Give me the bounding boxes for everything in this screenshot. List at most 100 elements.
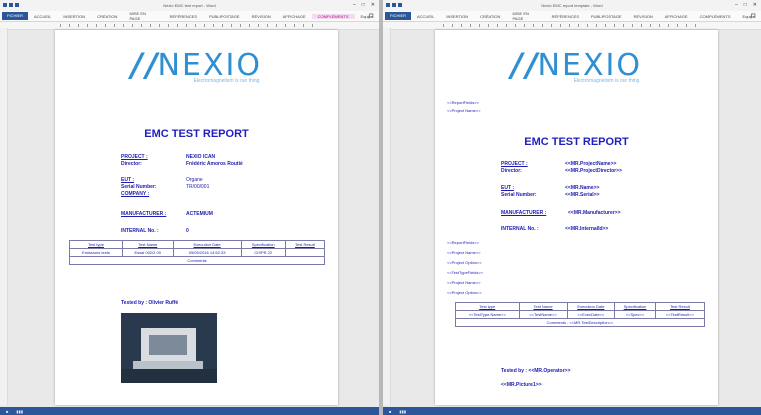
tab-mailings[interactable]: PUBLIPOSTAGE [203, 14, 246, 19]
close-icon[interactable]: ✕ [753, 2, 757, 8]
nexio-logo: / / NEXIO Electromagnetism is our thing [131, 46, 262, 84]
eut-value: Organe [186, 177, 203, 183]
table-cell: <<Spec>> [614, 310, 656, 319]
merge-field: <<Project Name>> [447, 280, 481, 285]
ribbon-options-icon[interactable]: ⊓ [751, 12, 756, 20]
project-label: PROJECT : [121, 154, 148, 160]
table-cell: <<TestResult>> [654, 310, 706, 319]
ribbon-options-icon[interactable]: ⊓ [369, 12, 374, 20]
tab-references[interactable]: RÉFÉRENCES [546, 14, 585, 19]
maximize-icon[interactable]: □ [362, 2, 365, 8]
merge-field: <<ReportFields>> [447, 100, 480, 105]
table-header-row: Test type Test Name Execution Date Speci… [69, 240, 326, 249]
tab-review[interactable]: RÉVISION [246, 14, 277, 19]
title-bar: Nexio EMC report template - Word – □ ✕ [383, 0, 761, 11]
tested-by: Tested by : <<MR.Operator>> [501, 368, 571, 374]
tab-insert[interactable]: INSERTION [440, 14, 474, 19]
tab-addins[interactable]: COMPLÉMENTS [311, 13, 355, 19]
comments-cell: Comments [69, 256, 325, 265]
table-header: Specification [240, 240, 286, 249]
tab-layout[interactable]: MISE EN PAGE [506, 11, 545, 21]
tab-mailings[interactable]: PUBLIPOSTAGE [585, 14, 628, 19]
table-header: Test type [69, 240, 123, 249]
report-title: EMC TEST REPORT [144, 128, 249, 140]
tab-view[interactable]: AFFICHAGE [659, 14, 694, 19]
tab-addins[interactable]: COMPLÉMENTS [694, 14, 737, 19]
tab-design[interactable]: CRÉATION [474, 14, 506, 19]
director-value: <<MR.ProjectDirector>> [565, 168, 622, 174]
table-header: Test Name [121, 240, 174, 249]
table-cell [284, 248, 326, 257]
minimize-icon[interactable]: – [353, 2, 356, 8]
tested-by: Tested by : Olivier Ruffé [121, 300, 179, 306]
tab-home[interactable]: ACCUEIL [411, 14, 440, 19]
table-cell: CISPR 22 [240, 248, 286, 257]
company-label: COMPANY : [121, 191, 150, 197]
project-label: PROJECT : [501, 161, 528, 167]
table-cell: <<TestName>> [518, 310, 568, 319]
window-title: Nexio EMC test report - Word [163, 3, 216, 8]
table-header: Test Result [654, 302, 706, 311]
tab-file[interactable]: FICHIER [385, 12, 411, 20]
minimize-icon[interactable]: – [735, 2, 738, 8]
table-header: Execution Date [566, 302, 616, 311]
comments-row: Comments : <<MR.TestDescription>> [455, 318, 705, 327]
internal-label: INTERNAL No. : [501, 226, 539, 232]
equipment-photo [121, 313, 217, 383]
eut-label: EUT : [501, 185, 515, 191]
tab-design[interactable]: CRÉATION [91, 14, 123, 19]
document-page[interactable]: / / NEXIO Electromagnetism is our thing <… [435, 30, 718, 405]
director-label: Director: [121, 161, 142, 167]
nexio-logo: / / NEXIO Electromagnetism is our thing [511, 46, 642, 84]
internal-label: INTERNAL No. : [121, 228, 159, 234]
horizontal-ruler [0, 22, 379, 30]
merge-field: <<Project Option>> [447, 260, 482, 265]
comments-row: Comments [69, 256, 325, 265]
tab-home[interactable]: ACCUEIL [28, 14, 57, 19]
tab-file[interactable]: FICHIER [2, 12, 28, 20]
tab-team[interactable]: Equipe [737, 14, 761, 19]
eut-value: <<MR.Name>> [565, 185, 600, 191]
tab-view[interactable]: AFFICHAGE [277, 14, 312, 19]
table-header: Test Name [518, 302, 568, 311]
table-cell: Emissions tests [69, 248, 123, 257]
left-word-window: Nexio EMC test report - Word – □ ✕ FICHIER… [0, 0, 379, 415]
title-bar: Nexio EMC test report - Word – □ ✕ [0, 0, 379, 11]
manufacturer-value: <<MR.Manufacturer>> [568, 210, 621, 216]
merge-field: <<Project Option>> [447, 290, 482, 295]
horizontal-ruler [383, 22, 761, 30]
vertical-ruler [383, 28, 391, 405]
report-title: EMC TEST REPORT [524, 136, 629, 148]
ribbon-tabs: FICHIER ACCUEIL INSERTION CRÉATION MISE … [383, 11, 761, 22]
close-icon[interactable]: ✕ [371, 2, 375, 8]
table-cell: 05/05/2016 14:52:33 [172, 248, 242, 257]
tab-review[interactable]: RÉVISION [628, 14, 659, 19]
serial-value: <<MR.Serial>> [565, 192, 600, 198]
merge-field: <<TestTypeFields>> [447, 270, 484, 275]
manufacturer-value: ACTEMIUM [186, 211, 213, 217]
director-value: Frédéric Amoros Routié [186, 161, 243, 167]
internal-value: <<MR.InternalId>> [565, 226, 609, 232]
merge-field: <<Project Name>> [447, 250, 481, 255]
table-row: <<TestType.Name>> <<TestName>> <<ExecDat… [455, 310, 706, 319]
ribbon-tabs: FICHIER ACCUEIL INSERTION CRÉATION MISE … [0, 11, 379, 22]
internal-value: 0 [186, 228, 189, 234]
status-bar: ■ ▮▮▮ [383, 407, 761, 415]
director-label: Director: [501, 168, 522, 174]
tab-insert[interactable]: INSERTION [57, 14, 91, 19]
manufacturer-label: MANUFACTURER : [121, 211, 167, 217]
project-value: NEXIO ICAN [186, 154, 216, 160]
test-results-table: Test type Test Name Execution Date Speci… [455, 302, 706, 327]
table-header: Test type [455, 302, 520, 311]
tab-team[interactable]: Equipe [355, 14, 379, 19]
manufacturer-label: MANUFACTURER : [501, 210, 547, 216]
tab-layout[interactable]: MISE EN PAGE [123, 11, 163, 21]
table-header-row: Test type Test Name Execution Date Speci… [455, 302, 706, 311]
tab-references[interactable]: RÉFÉRENCES [164, 14, 203, 19]
comments-cell: Comments : <<MR.TestDescription>> [455, 318, 705, 327]
project-value: <<MR.ProjectName>> [565, 161, 617, 167]
document-page[interactable]: / / NEXIO Electromagnetism is our thing E… [55, 30, 338, 405]
maximize-icon[interactable]: □ [744, 2, 747, 8]
eut-label: EUT : [121, 177, 135, 183]
table-cell: Essai 002/2 00 [121, 248, 174, 257]
